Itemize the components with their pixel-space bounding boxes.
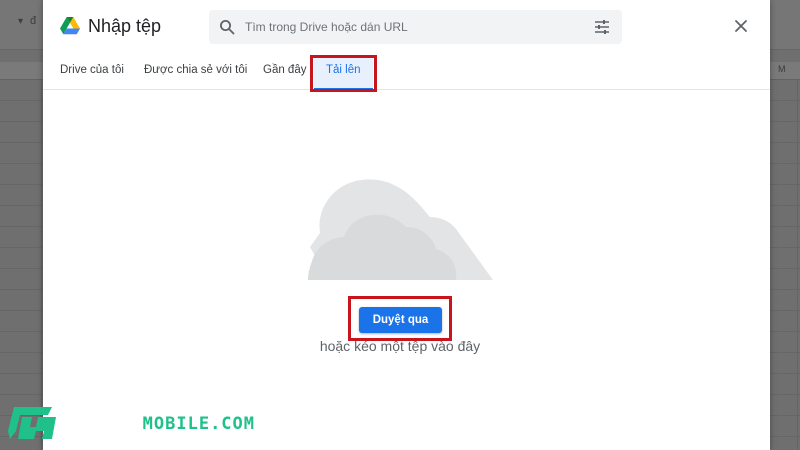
- column-header-label: M: [778, 64, 786, 74]
- tab-shared-with-me[interactable]: Được chia sẻ với tôi: [144, 64, 247, 76]
- chevron-down-icon: ▾: [18, 16, 24, 27]
- dialog-tabs: Drive của tôi Được chia sẻ với tôi Gần đ…: [43, 57, 770, 90]
- tab-upload[interactable]: Tải lên: [314, 57, 373, 90]
- google-drive-logo-icon: [60, 17, 80, 35]
- close-icon[interactable]: [733, 18, 749, 34]
- dialog-title: Nhập tệp: [88, 16, 162, 36]
- import-file-dialog: Nhập tệp Drive của tôi Được chia sẻ với …: [43, 0, 770, 450]
- tab-recent[interactable]: Gần đây: [263, 64, 306, 76]
- watermark-text-part1: HOANGHA: [64, 414, 143, 434]
- drag-drop-hint: hoặc kéo một tệp vào đây: [319, 338, 481, 354]
- search-input[interactable]: [245, 16, 575, 38]
- cloud-illustration-icon: [308, 179, 493, 280]
- watermark-text: HOANGHAMOBILE.COM: [64, 414, 255, 434]
- watermark-text-part2: MOBILE.COM: [142, 414, 256, 434]
- tab-my-drive[interactable]: Drive của tôi: [60, 64, 124, 76]
- tune-icon[interactable]: [594, 19, 610, 35]
- search-bar[interactable]: [209, 10, 622, 44]
- brand-mark-icon: [8, 407, 56, 439]
- search-icon[interactable]: [219, 19, 235, 35]
- dialog-header: Nhập tệp: [43, 0, 770, 60]
- toolbar-glyph: đ: [30, 15, 37, 27]
- browse-button[interactable]: Duyệt qua: [359, 307, 442, 333]
